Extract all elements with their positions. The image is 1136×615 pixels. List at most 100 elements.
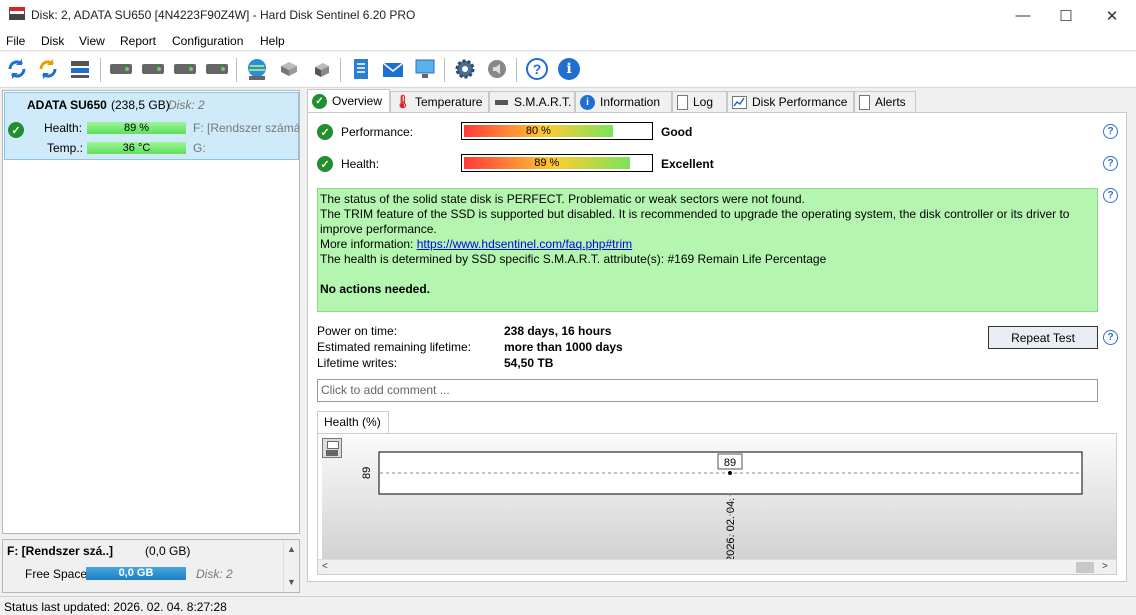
minimize-button[interactable]: — bbox=[1000, 0, 1046, 31]
lifetime-writes-value: 54,50 TB bbox=[504, 356, 554, 370]
menu-report[interactable]: Report bbox=[120, 34, 156, 48]
disk-list-panel: ADATA SU650 (238,5 GB) Disk: 2 ✓ Health:… bbox=[2, 90, 300, 534]
menu-disk[interactable]: Disk bbox=[41, 34, 64, 48]
disk-search-icon[interactable] bbox=[204, 56, 230, 82]
tab-information[interactable]: i Information bbox=[575, 91, 672, 112]
tab-smart[interactable]: S.M.A.R.T. bbox=[489, 91, 575, 112]
health-bar: 89 % bbox=[87, 122, 186, 134]
tab-label: Log bbox=[693, 95, 714, 109]
help-icon[interactable]: ? bbox=[1103, 124, 1118, 139]
help-icon[interactable]: ? bbox=[1103, 156, 1118, 171]
volume-disk: Disk: 2 bbox=[196, 567, 233, 581]
report-icon[interactable] bbox=[348, 56, 374, 82]
tab-health-chart[interactable]: Health (%) bbox=[317, 411, 389, 433]
status-line: The health is determined by SSD specific… bbox=[320, 252, 827, 266]
menu-file[interactable]: File bbox=[6, 34, 25, 48]
toolbar: ? i bbox=[0, 52, 1136, 88]
drive-alt-icon[interactable] bbox=[308, 56, 334, 82]
tab-label: Temperature bbox=[415, 95, 483, 109]
disk-schedule-icon[interactable] bbox=[140, 56, 166, 82]
health-chart: 89 89 2026. 02. 04. < > bbox=[317, 433, 1117, 575]
disk-name: ADATA SU650 bbox=[27, 98, 107, 112]
close-button[interactable]: ✕ bbox=[1089, 0, 1135, 31]
performance-ok-icon: ✓ bbox=[317, 124, 333, 140]
status-ok-icon: ✓ bbox=[8, 122, 24, 138]
performance-chart-icon bbox=[732, 95, 747, 110]
disk-ok-icon[interactable] bbox=[172, 56, 198, 82]
tab-temperature[interactable]: 🌡 Temperature bbox=[390, 91, 489, 112]
info-icon: i bbox=[580, 94, 595, 110]
tab-log[interactable]: Log bbox=[672, 91, 727, 112]
help-icon[interactable]: ? bbox=[1103, 188, 1118, 203]
data-point bbox=[728, 471, 732, 475]
tab-label: Information bbox=[600, 95, 661, 109]
tab-label: Alerts bbox=[875, 95, 906, 109]
tab-disk-performance[interactable]: Disk Performance bbox=[727, 91, 854, 112]
drive-icon[interactable] bbox=[276, 56, 302, 82]
title-bar: Disk: 2, ADATA SU650 [4N4223F90Z4W] - Ha… bbox=[0, 0, 1136, 31]
menu-help[interactable]: Help bbox=[260, 34, 285, 48]
sound-icon[interactable] bbox=[484, 56, 510, 82]
temp-bar: 36 °C bbox=[87, 142, 186, 154]
check-icon: ✓ bbox=[312, 93, 327, 109]
network-icon[interactable] bbox=[244, 56, 270, 82]
disk-test-icon[interactable] bbox=[108, 56, 134, 82]
free-space-bar: 0,0 GB bbox=[86, 567, 186, 580]
comment-input[interactable]: Click to add comment ... bbox=[317, 379, 1098, 402]
volume-panel: F: [Rendszer szá..] (0,0 GB) Free Space … bbox=[2, 539, 300, 593]
menu-bar: File Disk View Report Configuration Help bbox=[0, 31, 1136, 51]
tab-label: Disk Performance bbox=[752, 95, 848, 109]
settings-icon[interactable] bbox=[452, 56, 478, 82]
temp-drive: G: bbox=[193, 141, 206, 155]
info-icon[interactable]: i bbox=[556, 56, 582, 82]
y-tick-label: 89 bbox=[361, 467, 373, 479]
free-space-label: Free Space bbox=[25, 567, 88, 581]
scroll-down-icon[interactable]: ▼ bbox=[287, 577, 296, 587]
refresh-icon[interactable] bbox=[4, 56, 30, 82]
tab-bar: ✓ Overview 🌡 Temperature S.M.A.R.T. i In… bbox=[307, 89, 1136, 112]
disk-list-icon[interactable] bbox=[67, 56, 93, 82]
scroll-left-icon[interactable]: < bbox=[322, 561, 328, 572]
smart-icon bbox=[494, 95, 509, 110]
app-icon bbox=[9, 7, 25, 20]
scroll-right-icon[interactable]: > bbox=[1102, 561, 1108, 572]
email-icon[interactable] bbox=[380, 56, 406, 82]
volume-size: (0,0 GB) bbox=[145, 544, 191, 558]
computer-icon[interactable] bbox=[412, 56, 438, 82]
action-text: No actions needed. bbox=[320, 282, 431, 296]
health-ok-icon: ✓ bbox=[317, 156, 333, 172]
status-message-box: The status of the solid state disk is PE… bbox=[317, 188, 1098, 312]
tab-overview[interactable]: ✓ Overview bbox=[307, 89, 390, 112]
more-info-label: More information: bbox=[320, 237, 417, 251]
health-drive: F: [Rendszer számára bbox=[193, 121, 299, 135]
help-icon[interactable]: ? bbox=[1103, 330, 1118, 345]
help-icon[interactable]: ? bbox=[524, 56, 550, 82]
performance-label: Performance: bbox=[341, 125, 414, 139]
volume-item[interactable]: F: [Rendszer szá..] (0,0 GB) Free Space … bbox=[3, 540, 284, 592]
health-label: Health: bbox=[44, 121, 83, 135]
refresh-all-icon[interactable] bbox=[35, 56, 61, 82]
disk-number: Disk: 2 bbox=[168, 98, 205, 112]
lifetime-writes-label: Lifetime writes: bbox=[317, 356, 398, 370]
status-line: The TRIM feature of the SSD is supported… bbox=[320, 207, 1070, 236]
menu-configuration[interactable]: Configuration bbox=[172, 34, 243, 48]
chart-hscrollbar[interactable]: < > bbox=[318, 559, 1116, 574]
data-label: 89 bbox=[724, 457, 736, 469]
volume-name: F: [Rendszer szá..] bbox=[7, 544, 114, 558]
tab-label: Overview bbox=[332, 94, 383, 108]
maximize-button[interactable]: ☐ bbox=[1043, 0, 1089, 31]
thermometer-icon: 🌡 bbox=[394, 94, 411, 109]
health-bar: 89 % bbox=[461, 154, 653, 172]
scroll-up-icon[interactable]: ▲ bbox=[287, 544, 296, 554]
repeat-test-button[interactable]: Repeat Test bbox=[988, 326, 1098, 349]
tab-alerts[interactable]: Alerts bbox=[854, 91, 916, 112]
free-space-value: 0,0 GB bbox=[86, 567, 186, 580]
performance-fill: 80 % bbox=[464, 125, 613, 137]
disk-size: (238,5 GB) bbox=[111, 98, 170, 112]
volume-scrollbar[interactable]: ▲ ▼ bbox=[283, 540, 299, 592]
performance-bar: 80 % bbox=[461, 122, 653, 140]
disk-card[interactable]: ADATA SU650 (238,5 GB) Disk: 2 ✓ Health:… bbox=[4, 92, 299, 160]
menu-view[interactable]: View bbox=[79, 34, 105, 48]
scroll-thumb[interactable] bbox=[1076, 562, 1094, 573]
faq-link[interactable]: https://www.hdsentinel.com/faq.php#trim bbox=[417, 237, 632, 251]
